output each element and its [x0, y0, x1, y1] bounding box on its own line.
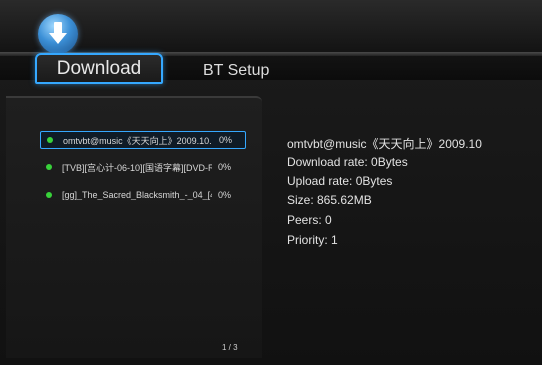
detail-upload-rate: Upload rate: 0Bytes — [287, 174, 393, 188]
tab-bt-setup[interactable]: BT Setup — [203, 62, 269, 80]
download-list-item[interactable]: [gg]_The_Sacred_Blacksmith_-_04_[4 0% — [40, 186, 246, 204]
download-item-name: [TVB][宫心计-06-10][国语字幕][DVD-R — [62, 162, 212, 173]
download-arrow-icon — [38, 14, 78, 54]
detail-download-rate: Download rate: 0Bytes — [287, 155, 408, 169]
tab-download[interactable]: Download — [35, 53, 163, 84]
detail-title: omtvbt@music《天天向上》2009.10 — [287, 137, 482, 151]
download-item-name: omtvbt@music《天天向上》2009.10. — [63, 135, 212, 146]
arrow-head — [49, 33, 67, 44]
download-list-item[interactable]: omtvbt@music《天天向上》2009.10. 0% — [40, 131, 246, 149]
detail-size: Size: 865.62MB — [287, 193, 372, 207]
detail-peers: Peers: 0 — [287, 213, 332, 227]
green-dot-icon — [47, 137, 53, 143]
download-item-percent: 0% — [218, 190, 232, 200]
download-item-name: [gg]_The_Sacred_Blacksmith_-_04_[4 — [62, 190, 212, 200]
download-item-percent: 0% — [219, 135, 233, 145]
download-list-item[interactable]: [TVB][宫心计-06-10][国语字幕][DVD-R 0% — [40, 158, 246, 176]
bt-download-screen: Download BT Setup omtvbt@music《天天向上》2009… — [0, 0, 542, 365]
page-indicator: 1 / 3 — [222, 343, 238, 352]
green-dot-icon — [46, 164, 52, 170]
detail-priority: Priority: 1 — [287, 233, 338, 247]
download-item-percent: 0% — [218, 162, 232, 172]
green-dot-icon — [46, 192, 52, 198]
